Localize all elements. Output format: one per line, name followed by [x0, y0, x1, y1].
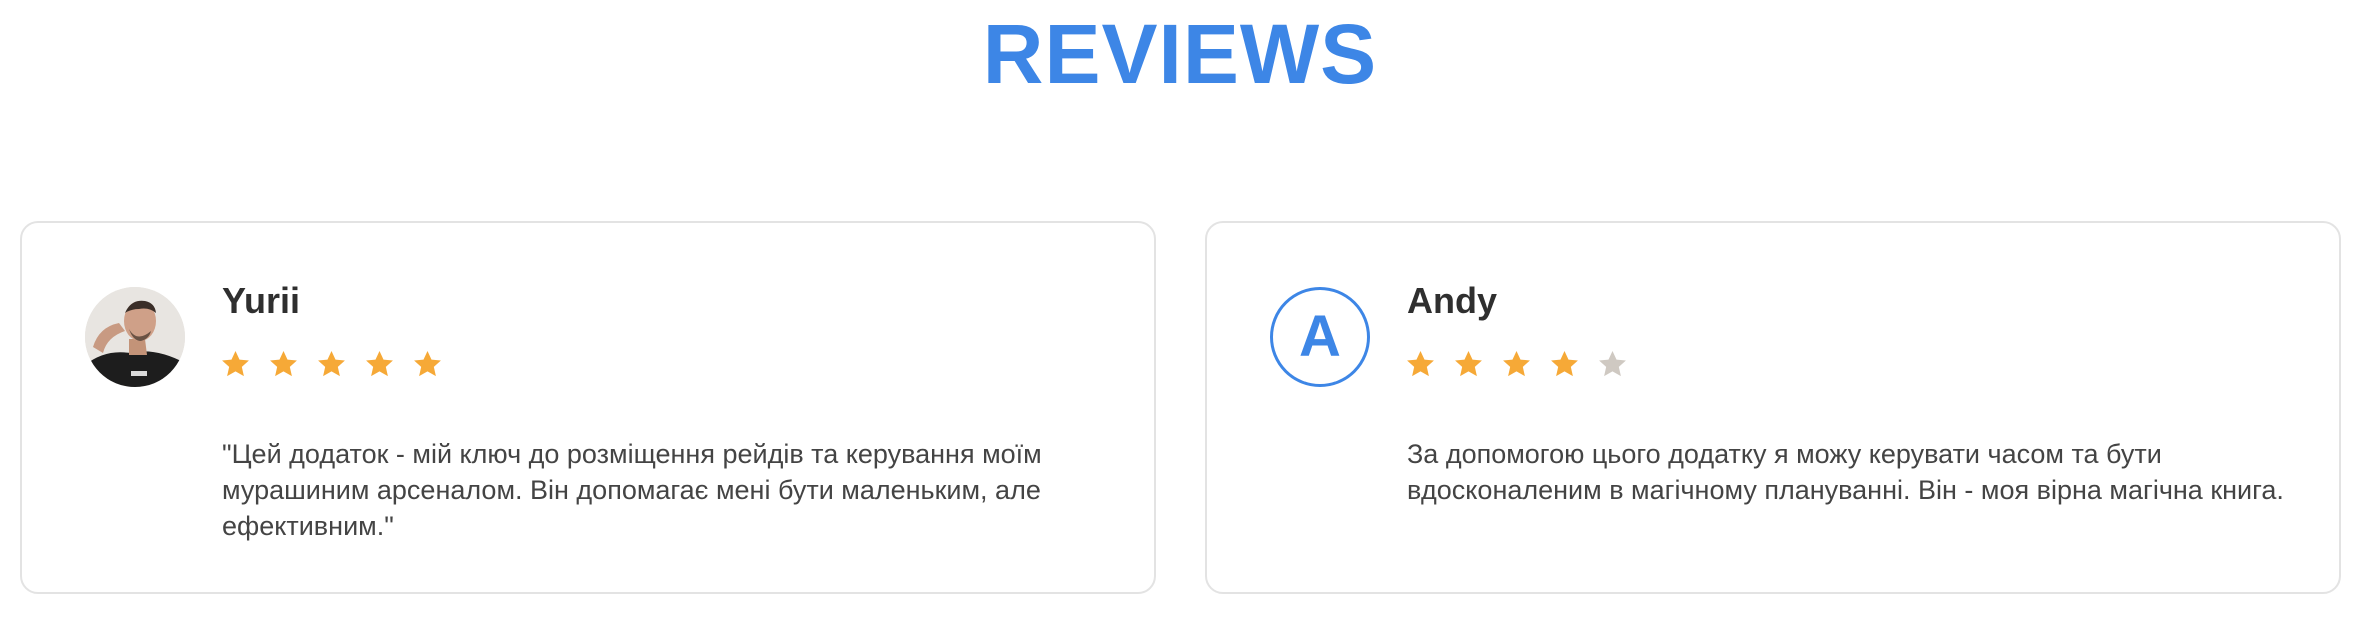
star-filled-icon — [1503, 350, 1530, 377]
review-text: "Цей додаток - мій ключ до розміщення ре… — [222, 439, 1042, 541]
star-empty-icon — [1599, 350, 1626, 377]
avatar-photo-icon — [85, 287, 185, 387]
star-filled-icon — [1551, 350, 1578, 377]
star-filled-icon — [1407, 350, 1434, 377]
star-filled-icon — [366, 350, 393, 377]
reviewer-name: Andy — [1407, 280, 1497, 321]
review-text: За допомогою цього додатку я можу керува… — [1407, 439, 2284, 505]
avatar — [85, 287, 185, 387]
reviewer-name: Yurii — [222, 280, 301, 321]
review-card-yurii: Yurii "Цей додаток - мій ключ до розміще… — [20, 221, 1156, 594]
star-filled-icon — [1455, 350, 1482, 377]
star-filled-icon — [318, 350, 345, 377]
avatar-letter: A — [1299, 304, 1341, 369]
star-rating — [1405, 349, 1628, 380]
reviews-section: REVIEWS Yurii "Цей додаток - мій ключ до… — [0, 0, 2360, 622]
star-rating — [220, 349, 443, 380]
star-filled-icon — [270, 350, 297, 377]
avatar: A — [1270, 287, 1370, 387]
reviews-heading: REVIEWS — [982, 7, 1378, 101]
star-filled-icon — [222, 350, 249, 377]
review-card-andy: A Andy За допомогою цього додатку я можу… — [1205, 221, 2341, 594]
star-filled-icon — [414, 350, 441, 377]
